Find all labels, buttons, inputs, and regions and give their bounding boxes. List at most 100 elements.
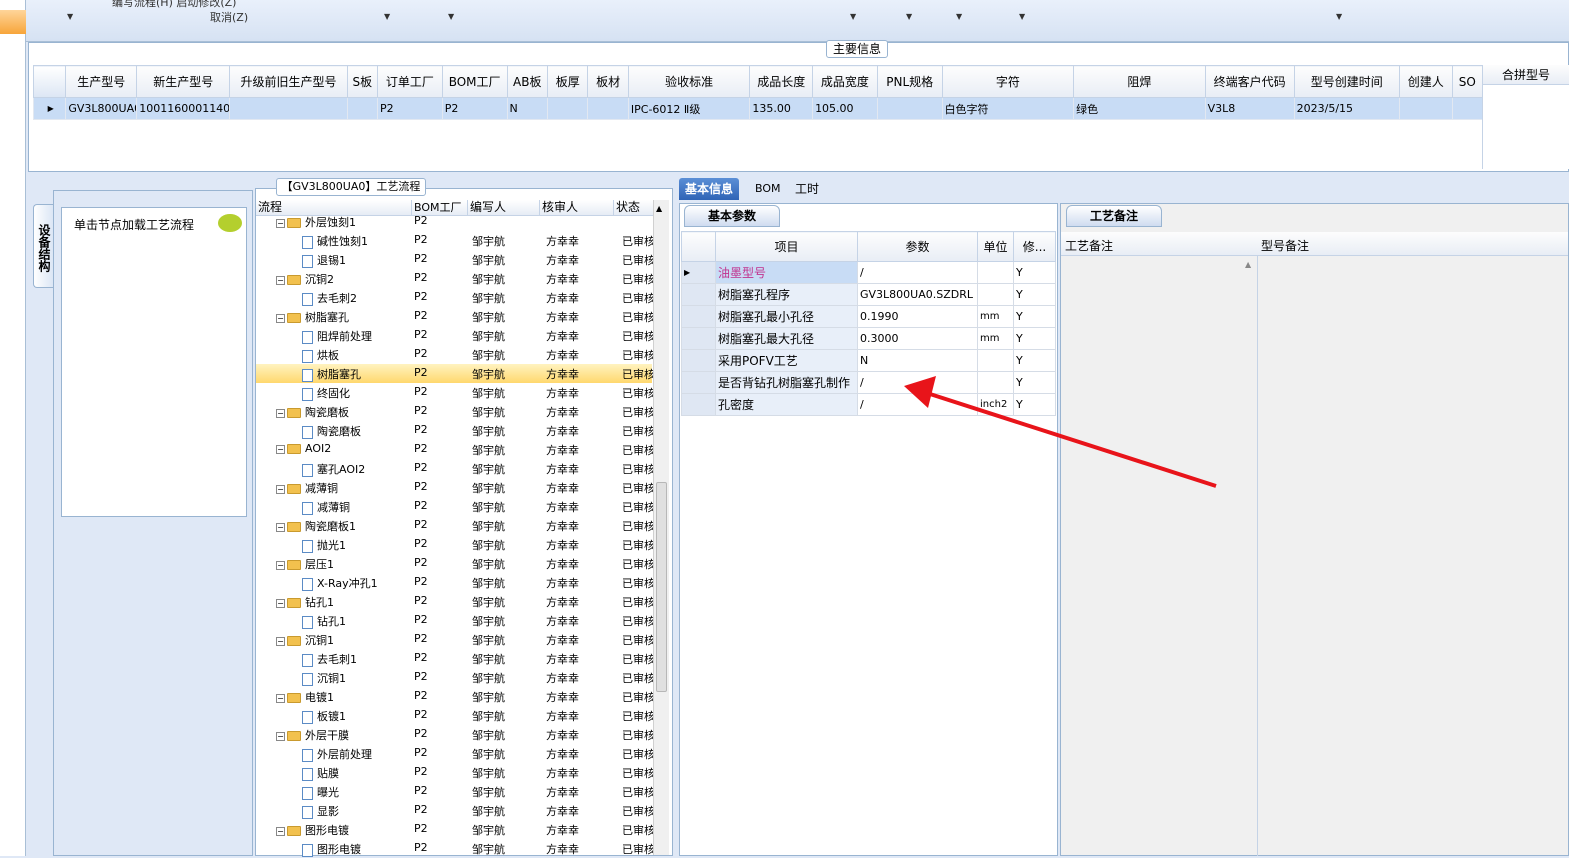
col-header-13[interactable]: 字符: [941, 65, 1075, 98]
param-unit[interactable]: [977, 261, 1014, 284]
param-col-header[interactable]: 单位: [977, 231, 1014, 262]
tree-node[interactable]: − 钻孔1 P2 邹宇航 方幸幸 已审核: [256, 592, 655, 611]
tree-node[interactable]: 去毛刺1 P2 邹宇航 方幸幸 已审核: [256, 649, 655, 668]
param-value[interactable]: /: [857, 261, 978, 284]
tree-node[interactable]: − 减薄铜 P2 邹宇航 方幸幸 已审核: [256, 478, 655, 497]
param-unit[interactable]: mm: [977, 305, 1014, 328]
cell[interactable]: P2: [377, 97, 443, 120]
tree-node[interactable]: − 沉铜2 P2 邹宇航 方幸幸 已审核: [256, 269, 655, 288]
cell[interactable]: 2023/5/15: [1293, 97, 1400, 120]
col-header-15[interactable]: 终端客户代码: [1204, 65, 1295, 98]
active-nav-item[interactable]: [0, 10, 26, 34]
col-header-2[interactable]: 升级前旧生产型号: [229, 65, 348, 98]
tree-node[interactable]: 贴膜 P2 邹宇航 方幸幸 已审核: [256, 763, 655, 782]
tree-node[interactable]: − 外层干膜 P2 邹宇航 方幸幸 已审核: [256, 725, 655, 744]
dropdown-arrow-icon[interactable]: ▼: [448, 12, 454, 21]
param-unit[interactable]: [977, 283, 1014, 306]
param-row[interactable]: 树脂塞孔程序 GV3L800UA0.SZDRL Y: [681, 283, 1056, 306]
col-header-17[interactable]: 创建人: [1398, 65, 1453, 98]
cell[interactable]: GV3L800UA0: [65, 97, 138, 120]
collapse-icon[interactable]: −: [276, 560, 285, 570]
equipment-structure-tab[interactable]: 设备结构: [33, 204, 53, 288]
tree-node[interactable]: 图形电镀 P2 邹宇航 方幸幸 已审核: [256, 839, 655, 858]
col-header-8[interactable]: 板材: [587, 65, 629, 98]
collapse-icon[interactable]: −: [276, 408, 285, 418]
scroll-up-icon[interactable]: ▲: [656, 204, 662, 213]
cell[interactable]: [1451, 97, 1483, 120]
param-row[interactable]: ▶ 油墨型号 / Y: [681, 261, 1056, 284]
collapse-icon[interactable]: −: [276, 731, 285, 741]
dropdown-arrow-icon[interactable]: ▼: [850, 12, 856, 21]
param-unit[interactable]: mm: [977, 327, 1014, 350]
param-mod[interactable]: Y: [1013, 327, 1056, 350]
cell[interactable]: [546, 97, 589, 120]
cell[interactable]: IPC-6012 Ⅱ级: [627, 97, 751, 120]
collapse-icon[interactable]: −: [276, 522, 285, 532]
collapse-icon[interactable]: −: [276, 693, 285, 703]
tree-node[interactable]: 终固化 P2 邹宇航 方幸幸 已审核: [256, 383, 655, 402]
col-header-14[interactable]: 阻焊: [1073, 65, 1206, 98]
table-row[interactable]: ▶ GV3L800UA0 10011600011408 P2 P2 N IPC-6012 Ⅱ…: [32, 97, 1483, 120]
tree-node[interactable]: − 沉铜1 P2 邹宇航 方幸幸 已审核: [256, 630, 655, 649]
param-mod[interactable]: Y: [1013, 305, 1056, 328]
tree-node[interactable]: − 图形电镀 P2 邹宇航 方幸幸 已审核: [256, 820, 655, 839]
tree-node[interactable]: 减薄铜 P2 邹宇航 方幸幸 已审核: [256, 497, 655, 516]
scroll-up-icon[interactable]: ▲: [1245, 260, 1251, 269]
collapse-icon[interactable]: −: [276, 484, 285, 494]
dropdown-arrow-icon[interactable]: ▼: [384, 12, 390, 21]
tree-node[interactable]: 树脂塞孔 P2 邹宇航 方幸幸 已审核: [256, 364, 655, 383]
col-header-5[interactable]: BOM工厂: [441, 65, 508, 98]
tree-node[interactable]: 塞孔AOI2 P2 邹宇航 方幸幸 已审核: [256, 459, 655, 478]
param-value[interactable]: 0.1990: [857, 305, 978, 328]
cell[interactable]: [587, 97, 629, 120]
tab-basic-info[interactable]: 基本信息: [679, 178, 740, 200]
cell[interactable]: 10011600011408: [136, 97, 231, 120]
tree-scrollbar[interactable]: ▲: [653, 200, 669, 855]
tree-node[interactable]: 沉铜1 P2 邹宇航 方幸幸 已审核: [256, 668, 655, 687]
param-unit[interactable]: [977, 349, 1014, 372]
tree-node[interactable]: 钻孔1 P2 邹宇航 方幸幸 已审核: [256, 611, 655, 630]
cell[interactable]: [1398, 97, 1453, 120]
col-header-6[interactable]: AB板: [506, 65, 548, 98]
tree-node[interactable]: 抛光1 P2 邹宇航 方幸幸 已审核: [256, 535, 655, 554]
dropdown-arrow-icon[interactable]: ▼: [1019, 12, 1025, 21]
dropdown-arrow-icon[interactable]: ▼: [1336, 12, 1342, 21]
param-col-header[interactable]: 项目: [715, 231, 858, 262]
col-header-16[interactable]: 型号创建时间: [1293, 65, 1400, 98]
collapse-icon[interactable]: −: [276, 826, 285, 836]
param-value[interactable]: GV3L800UA0.SZDRL: [857, 283, 978, 306]
cell[interactable]: V3L8: [1204, 97, 1295, 120]
tree-node[interactable]: 退锡1 P2 邹宇航 方幸幸 已审核: [256, 250, 655, 269]
cell[interactable]: 绿色: [1073, 97, 1206, 120]
basic-params-tab[interactable]: 基本参数: [684, 205, 780, 227]
tree-node[interactable]: − AOI2 P2 邹宇航 方幸幸 已审核: [256, 440, 655, 459]
col-header-7[interactable]: 板厚: [546, 65, 589, 98]
tree-node[interactable]: 阻焊前处理 P2 邹宇航 方幸幸 已审核: [256, 326, 655, 345]
col-header-4[interactable]: 订单工厂: [377, 65, 443, 98]
col-header-0[interactable]: 生产型号: [65, 65, 138, 98]
col-header-12[interactable]: PNL规格: [876, 65, 943, 98]
param-row[interactable]: 树脂塞孔最小孔径 0.1990 mm Y: [681, 305, 1056, 328]
col-header-11[interactable]: 成品宽度: [812, 65, 878, 98]
tree-node[interactable]: − 陶瓷磨板 P2 邹宇航 方幸幸 已审核: [256, 402, 655, 421]
tree-node[interactable]: − 陶瓷磨板1 P2 邹宇航 方幸幸 已审核: [256, 516, 655, 535]
param-col-header[interactable]: 参数: [857, 231, 978, 262]
cancel-button[interactable]: 取消(Z): [210, 9, 248, 25]
param-value[interactable]: 0.3000: [857, 327, 978, 350]
param-value[interactable]: N: [857, 349, 978, 372]
tree-node[interactable]: − 层压1 P2 邹宇航 方幸幸 已审核: [256, 554, 655, 573]
tree-node[interactable]: 板镀1 P2 邹宇航 方幸幸 已审核: [256, 706, 655, 725]
tab-work-hours[interactable]: 工时: [789, 178, 825, 200]
param-mod[interactable]: Y: [1013, 349, 1056, 372]
cell[interactable]: 135.00: [749, 97, 814, 120]
dropdown-arrow-icon[interactable]: ▼: [906, 12, 912, 21]
col-header-18[interactable]: SO: [1451, 65, 1483, 98]
tree-node[interactable]: 外层前处理 P2 邹宇航 方幸幸 已审核: [256, 744, 655, 763]
collapse-icon[interactable]: −: [276, 218, 285, 228]
tree-node[interactable]: 去毛刺2 P2 邹宇航 方幸幸 已审核: [256, 288, 655, 307]
collapse-icon[interactable]: −: [276, 636, 285, 646]
param-row[interactable]: 树脂塞孔最大孔径 0.3000 mm Y: [681, 327, 1056, 350]
collapse-icon[interactable]: −: [276, 313, 285, 323]
tree-node[interactable]: 陶瓷磨板 P2 邹宇航 方幸幸 已审核: [256, 421, 655, 440]
param-mod[interactable]: Y: [1013, 261, 1056, 284]
